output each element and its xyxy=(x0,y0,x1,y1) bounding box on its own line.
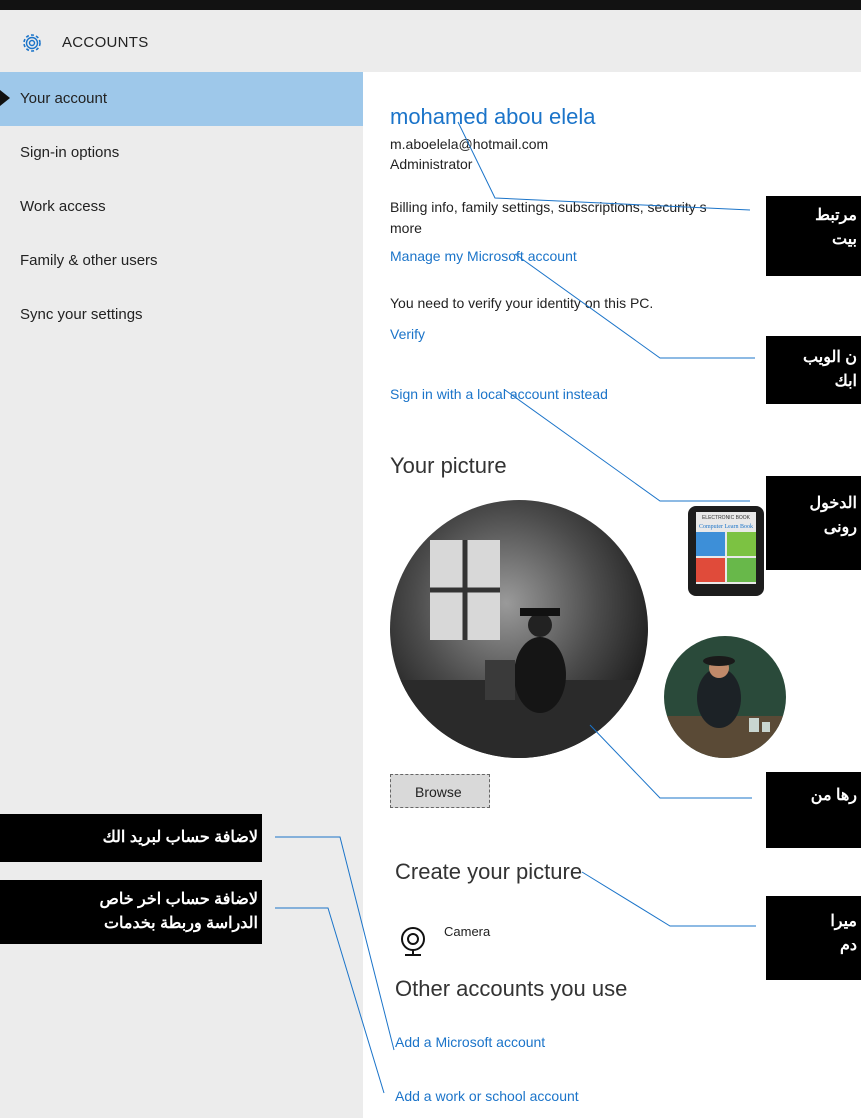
callout-add-microsoft: لاضافة حساب لبريد الك xyxy=(0,814,262,862)
settings-header: ACCOUNTS xyxy=(0,10,861,72)
callout-text: لاضافة حساب اخر خاص xyxy=(99,891,258,908)
camera-label[interactable]: Camera xyxy=(444,924,490,939)
callout-text: ميرا xyxy=(830,913,857,930)
other-accounts-heading: Other accounts you use xyxy=(395,976,628,1001)
sidebar-item-work-access[interactable]: Work access xyxy=(0,180,363,234)
camera-icon[interactable] xyxy=(398,924,428,958)
sidebar-item-sign-in-options[interactable]: Sign-in options xyxy=(0,126,363,180)
callout-camera: ميرا دم xyxy=(766,896,861,980)
callout-text: دم xyxy=(839,937,857,954)
sidebar-item-label: Work access xyxy=(20,198,106,215)
browse-label: Browse xyxy=(415,784,462,800)
sidebar-item-sync-settings[interactable]: Sync your settings xyxy=(0,288,363,342)
picture-thumbnail-painting[interactable] xyxy=(664,636,786,758)
callout-text: رها من xyxy=(810,787,857,804)
book-cover-line2: Computer Learn Book xyxy=(699,524,753,530)
add-microsoft-account-link[interactable]: Add a Microsoft account xyxy=(395,1034,545,1050)
billing-info-text-more: more xyxy=(390,220,422,236)
page-title: ACCOUNTS xyxy=(62,34,149,51)
local-account-link[interactable]: Sign in with a local account instead xyxy=(390,386,608,402)
account-name: mohamed abou elela xyxy=(390,104,596,129)
callout-text: ابك xyxy=(834,373,857,390)
callout-text: ن الويب xyxy=(803,349,857,366)
gear-icon xyxy=(23,34,41,52)
callout-account-link: مرتبط بيت xyxy=(766,196,861,276)
sidebar-item-your-account[interactable]: Your account xyxy=(0,72,363,126)
callout-text: الدراسة وربطة بخدمات xyxy=(103,915,258,932)
add-work-school-account-link[interactable]: Add a work or school account xyxy=(395,1088,579,1104)
sidebar: Your account Sign-in options Work access… xyxy=(0,72,363,1118)
verify-identity-text: You need to verify your identity on this… xyxy=(390,295,654,311)
callout-browse-picture: رها من xyxy=(766,772,861,848)
manage-account-link[interactable]: Manage my Microsoft account xyxy=(390,248,577,264)
account-role: Administrator xyxy=(390,156,473,172)
verify-link[interactable]: Verify xyxy=(390,326,425,342)
callout-text: رونى xyxy=(823,519,857,536)
callout-add-work: لاضافة حساب اخر خاص الدراسة وربطة بخدمات xyxy=(0,880,262,944)
your-picture-heading: Your picture xyxy=(390,453,507,478)
callout-local-login: الدخول رونى xyxy=(766,476,861,570)
callout-text: بيت xyxy=(832,231,857,248)
selection-arrow-icon xyxy=(0,90,10,106)
callout-manage-web: ن الويب ابك xyxy=(766,336,861,404)
book-cover-line1: ELECTRONIC BOOK xyxy=(702,515,751,521)
callout-text: الدخول xyxy=(809,495,858,512)
create-picture-heading: Create your picture xyxy=(395,859,583,884)
sidebar-item-label: Sign-in options xyxy=(20,144,120,161)
account-email: m.aboelela@hotmail.com xyxy=(390,136,549,152)
sidebar-item-label: Family & other users xyxy=(20,252,158,269)
sidebar-item-label: Sync your settings xyxy=(20,306,143,323)
sidebar-item-family-users[interactable]: Family & other users xyxy=(0,234,363,288)
sidebar-item-label: Your account xyxy=(20,90,108,107)
callout-text: مرتبط xyxy=(815,207,857,224)
billing-info-text: Billing info, family settings, subscript… xyxy=(390,199,707,215)
profile-picture xyxy=(390,500,648,758)
browse-button[interactable]: Browse xyxy=(390,774,490,808)
callout-text: لاضافة حساب لبريد الك xyxy=(102,829,258,846)
